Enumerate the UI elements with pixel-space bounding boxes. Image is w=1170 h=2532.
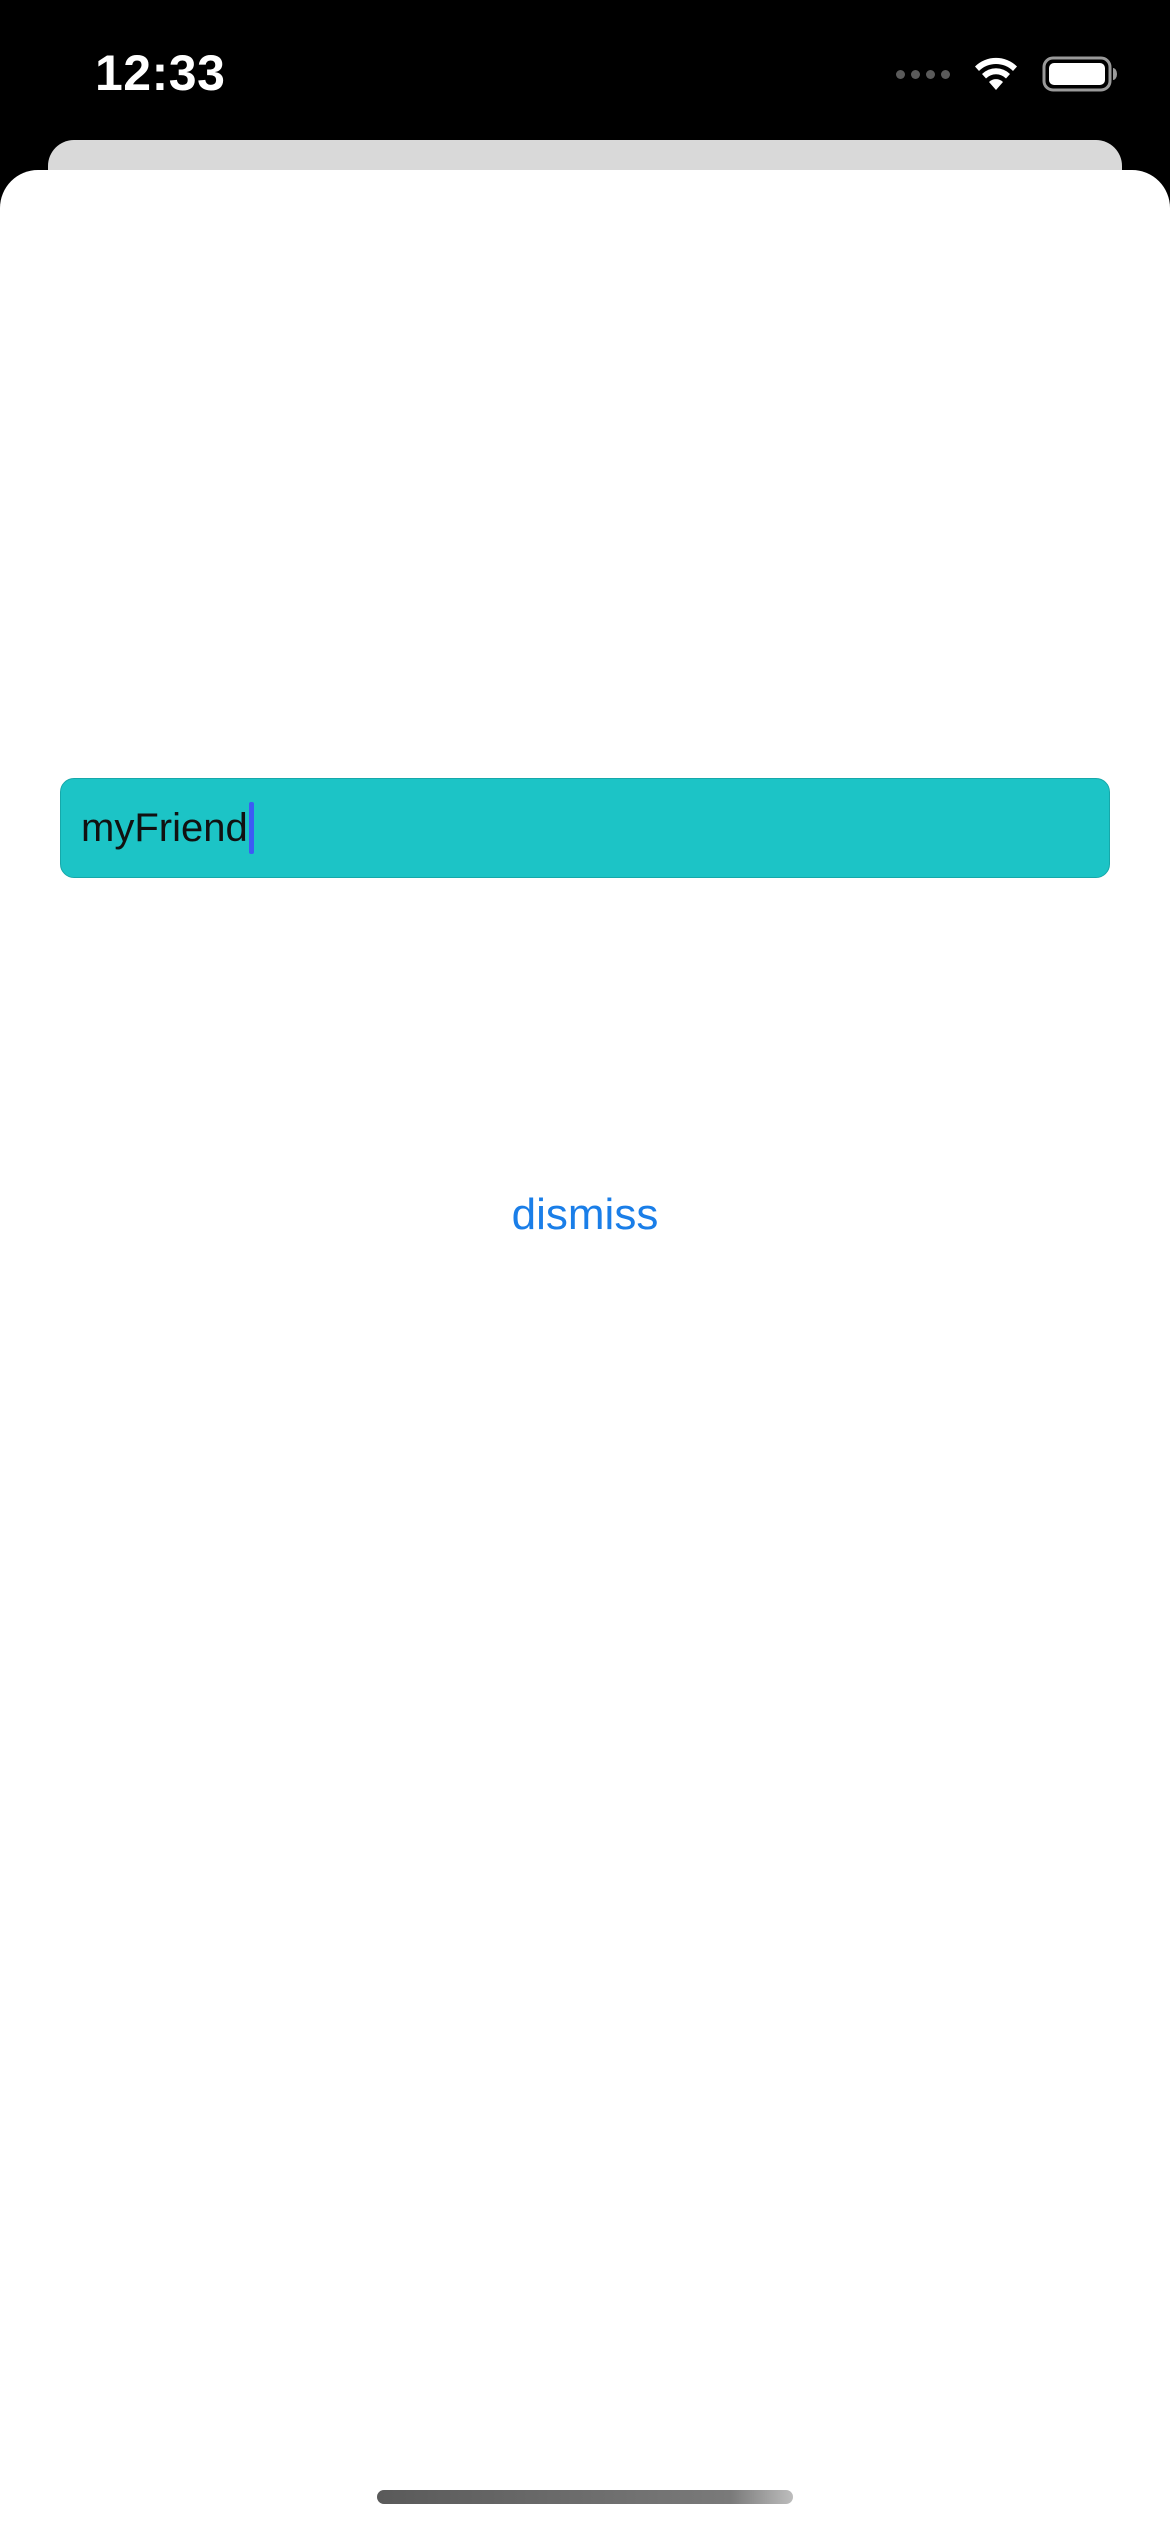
- signal-icon: [896, 69, 950, 79]
- status-bar: 12:33: [0, 0, 1170, 140]
- status-time: 12:33: [95, 45, 226, 101]
- home-indicator[interactable]: [377, 2490, 793, 2504]
- dismiss-button[interactable]: dismiss: [435, 1180, 735, 1250]
- phone-screen: 12:33 myFriend dismiss: [0, 0, 1170, 2532]
- name-text-field[interactable]: myFriend: [60, 778, 1110, 878]
- battery-icon: [1042, 56, 1117, 92]
- modal-sheet: [0, 170, 1170, 2532]
- text-cursor: [248, 802, 254, 854]
- status-icons: [896, 52, 1118, 96]
- text-field-value: myFriend: [81, 806, 248, 850]
- wifi-icon: [975, 57, 1017, 90]
